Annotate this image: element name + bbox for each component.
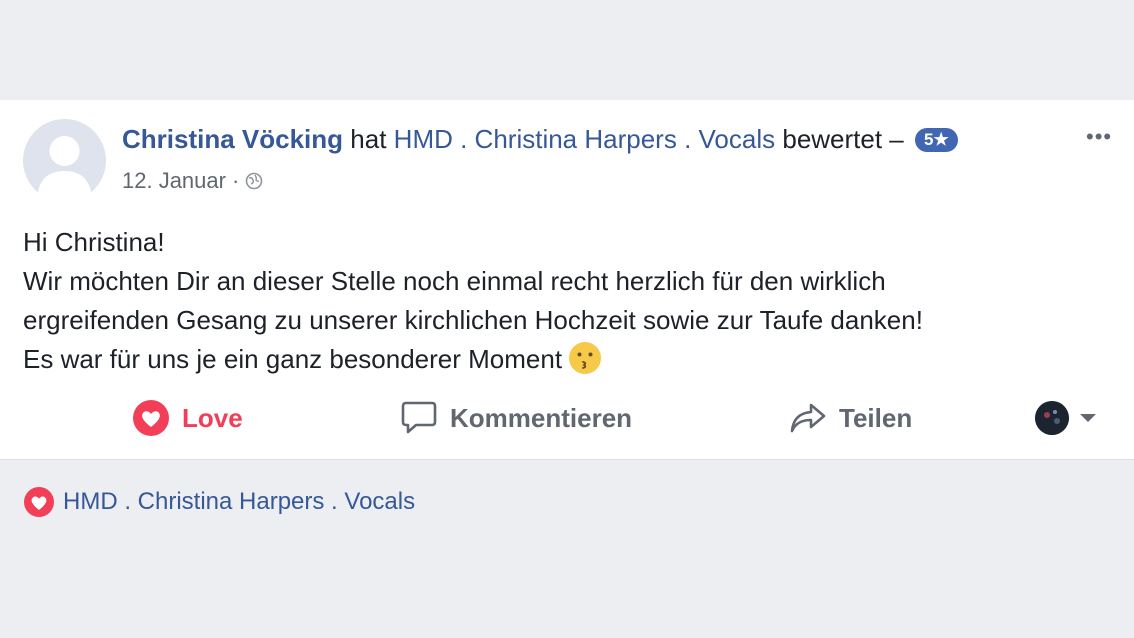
page-avatar bbox=[1035, 401, 1069, 435]
page-avatar-icon bbox=[1035, 401, 1069, 435]
chevron-down-icon bbox=[1080, 414, 1096, 422]
reactions-summary[interactable]: HMD . Christina Harpers . Vocals bbox=[23, 486, 415, 518]
globe-icon[interactable] bbox=[245, 172, 263, 190]
kissing-face-icon bbox=[569, 342, 602, 374]
action-bar: Love Kommentieren Teilen bbox=[0, 394, 1134, 442]
body-line: Hi Christina! bbox=[23, 227, 165, 257]
body-line: Wir möchten Dir an dieser Stelle noch ei… bbox=[23, 266, 886, 296]
post-date[interactable]: 12. Januar bbox=[122, 168, 226, 194]
avatar[interactable] bbox=[23, 119, 106, 202]
love-button[interactable]: Love bbox=[132, 394, 243, 442]
meta-separator: · bbox=[231, 168, 240, 193]
page-name-link[interactable]: HMD . Christina Harpers . Vocals bbox=[394, 124, 775, 154]
love-label: Love bbox=[182, 402, 243, 433]
love-reaction-icon bbox=[133, 400, 169, 436]
body-line: Es war für uns je ein ganz besonderer Mo… bbox=[23, 344, 563, 374]
share-label: Teilen bbox=[839, 402, 913, 433]
page-selector-button[interactable] bbox=[1035, 394, 1099, 442]
post-body: Hi Christina! Wir möchten Dir an dieser … bbox=[23, 223, 1103, 379]
author-name[interactable]: Christina Vöcking bbox=[122, 124, 343, 154]
body-line-last: Es war für uns je ein ganz besonderer Mo… bbox=[23, 340, 1103, 379]
love-reaction-icon bbox=[24, 487, 54, 517]
review-post-card: Christina Vöcking hat HMD . Christina Ha… bbox=[0, 100, 1134, 460]
comment-label: Kommentieren bbox=[450, 402, 633, 433]
post-meta: 12. Januar · bbox=[122, 168, 263, 194]
default-avatar-icon bbox=[23, 119, 106, 202]
comment-icon bbox=[401, 401, 437, 434]
header-verb: hat bbox=[350, 124, 387, 154]
body-line: ergreifenden Gesang zu unserer kirchlich… bbox=[23, 305, 923, 335]
share-icon bbox=[790, 403, 826, 433]
share-button[interactable]: Teilen bbox=[789, 394, 912, 442]
more-options-icon[interactable]: ••• bbox=[1086, 124, 1112, 150]
reacted-by-name[interactable]: HMD . Christina Harpers . Vocals bbox=[63, 488, 415, 516]
post-header: Christina Vöcking hat HMD . Christina Ha… bbox=[122, 124, 958, 155]
rating-badge: 5★ bbox=[915, 128, 958, 152]
header-action: bewertet – bbox=[782, 124, 904, 154]
comment-button[interactable]: Kommentieren bbox=[400, 394, 632, 442]
